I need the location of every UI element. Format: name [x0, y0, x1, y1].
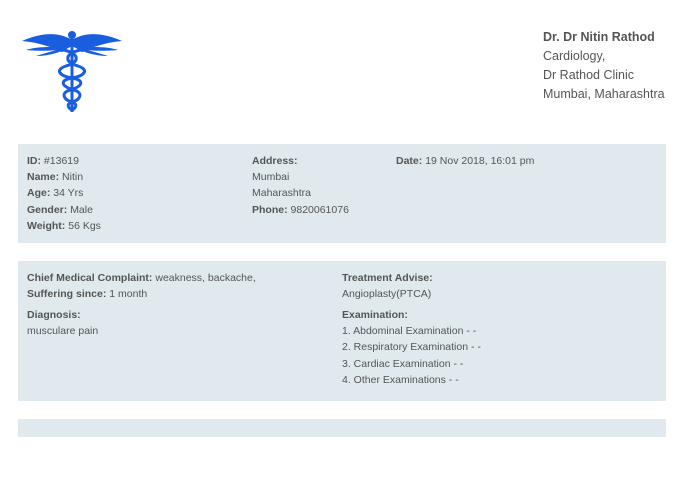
patient-gender-label: Gender:: [27, 204, 68, 216]
doctor-location: Mumbai, Maharashtra: [543, 87, 665, 101]
patient-gender-value: Male: [70, 204, 93, 216]
patient-weight-value: 56 Kgs: [68, 220, 101, 232]
patient-gender: Gender: Male: [27, 202, 93, 218]
patient-weight: Weight: 56 Kgs: [27, 218, 101, 234]
doctor-clinic: Dr Rathod Clinic: [543, 68, 635, 82]
examination-item: 4. Other Examinations - -: [342, 374, 459, 386]
examination-item: 2. Respiratory Examination - -: [342, 341, 481, 353]
date-label: Date:: [396, 155, 423, 167]
doctor-specialty: Cardiology,: [543, 49, 606, 63]
suffering-value: 1 month: [109, 288, 148, 300]
phone-label: Phone:: [252, 204, 288, 216]
patient-id-value: #13619: [43, 155, 79, 167]
suffering-label: Suffering since:: [27, 288, 107, 300]
patient-name: Name: Nitin: [27, 169, 83, 185]
patient-age-label: Age:: [27, 187, 51, 199]
suffering-since: Suffering since: 1 month: [27, 286, 147, 302]
treatment-label: Treatment Advise:: [342, 272, 433, 284]
patient-id: ID: #13619: [27, 153, 79, 169]
diagnosis-label: Diagnosis:: [27, 309, 81, 321]
chief-complaint: Chief Medical Complaint: weakness, backa…: [27, 270, 256, 286]
complaint-value: weakness, backache,: [155, 272, 256, 284]
examination-label: Examination:: [342, 309, 408, 321]
patient-age-value: 34 Yrs: [53, 187, 84, 199]
address-line1: Mumbai: [252, 171, 290, 183]
footer-panel: [18, 419, 666, 437]
examination-item: 1. Abdominal Examination - -: [342, 325, 477, 337]
patient-info-panel: ID: #13619 Name: Nitin Age: 34 Yrs Gende…: [18, 144, 666, 243]
patient-id-label: ID:: [27, 155, 41, 167]
date-value: 19 Nov 2018, 16:01 pm: [425, 155, 535, 167]
examination-item: 3. Cardiac Examination - -: [342, 358, 464, 370]
address-label: Address:: [252, 155, 298, 167]
complaint-label: Chief Medical Complaint:: [27, 272, 153, 284]
phone-value: 9820061076: [290, 204, 349, 216]
patient-weight-label: Weight:: [27, 220, 66, 232]
visit-date: Date: 19 Nov 2018, 16:01 pm: [396, 153, 534, 169]
patient-name-value: Nitin: [62, 171, 84, 183]
patient-age: Age: 34 Yrs: [27, 185, 83, 201]
clinical-panel: Chief Medical Complaint: weakness, backa…: [18, 261, 666, 401]
diagnosis-value: musculare pain: [27, 325, 99, 337]
caduceus-icon: [22, 31, 122, 112]
patient-phone: Phone: 9820061076: [252, 202, 349, 218]
doctor-name: Dr. Dr Nitin Rathod: [543, 30, 655, 44]
treatment-value: Angioplasty(PTCA): [342, 288, 432, 300]
address-line2: Maharashtra: [252, 187, 311, 199]
patient-name-label: Name:: [27, 171, 60, 183]
doctor-info: Dr. Dr Nitin Rathod Cardiology, Dr Ratho…: [543, 28, 665, 104]
